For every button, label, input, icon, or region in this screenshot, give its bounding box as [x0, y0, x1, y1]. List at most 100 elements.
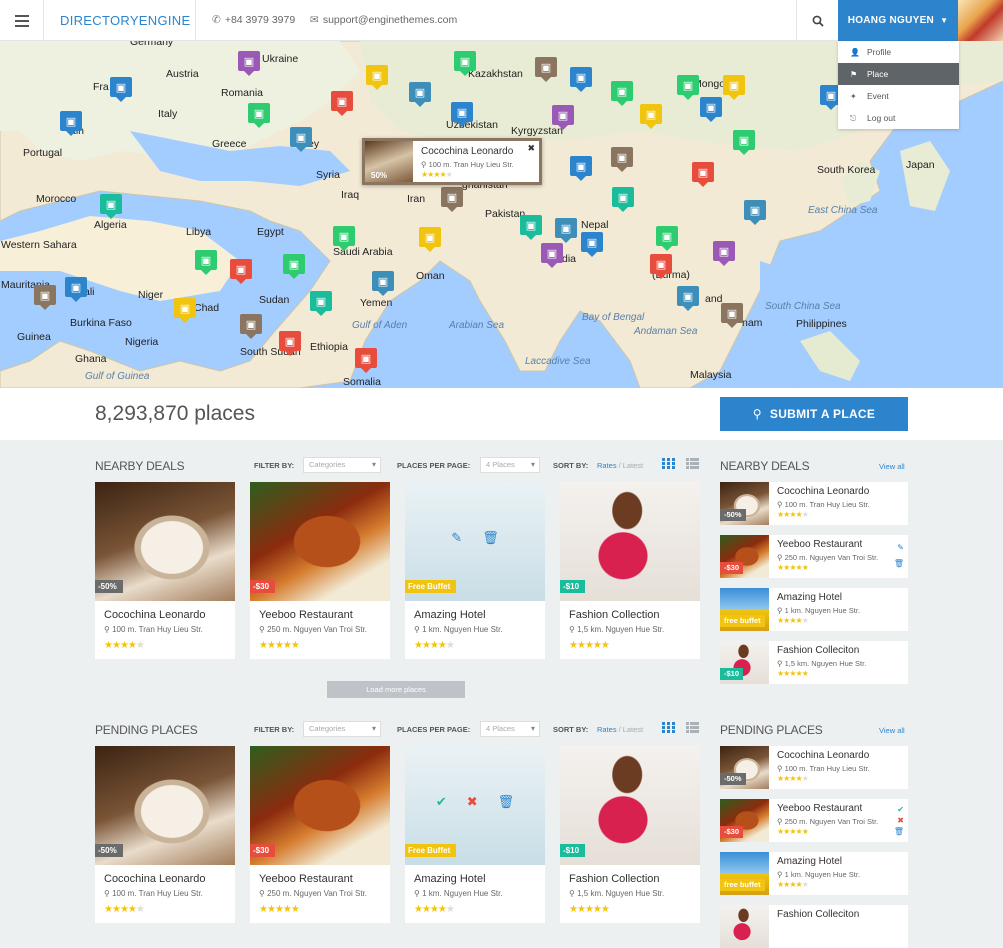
- map-pin[interactable]: ▣: [570, 67, 592, 92]
- delete-icon[interactable]: ✖: [467, 794, 478, 809]
- map-pin[interactable]: ▣: [65, 277, 87, 302]
- search-button[interactable]: [796, 0, 838, 41]
- place-card[interactable]: -50% Cocochina Leonardo ⚲ 100 m. Tran Huy …: [95, 482, 235, 659]
- sidebar-place-name[interactable]: Yeeboo Restaurant: [777, 803, 862, 814]
- close-icon[interactable]: ✖: [527, 143, 535, 154]
- map-pin[interactable]: ▣: [310, 291, 332, 316]
- map-pin[interactable]: ▣: [100, 194, 122, 219]
- sidebar-place-item[interactable]: -$30 Yeeboo Restaurant ⚲ 250 m. Nguyen Van…: [720, 799, 908, 842]
- sidebar-place-name[interactable]: Yeeboo Restaurant: [777, 539, 862, 550]
- trash-icon[interactable]: 🗑: [894, 827, 904, 836]
- trash-icon[interactable]: 🗑: [482, 530, 499, 545]
- email-contact[interactable]: ✉ support@enginethemes.com: [310, 14, 457, 26]
- place-card[interactable]: ✔ ✖ 🗑 Free Buffet Amazing Hotel ⚲ 1 km. Nguye…: [405, 746, 545, 923]
- map-pin[interactable]: ▣: [366, 65, 388, 90]
- map-pin[interactable]: ▣: [692, 162, 714, 187]
- check-icon[interactable]: ✔: [897, 805, 904, 814]
- map-pin[interactable]: ▣: [333, 226, 355, 251]
- avatar[interactable]: [958, 0, 1003, 41]
- place-name[interactable]: Amazing Hotel: [414, 609, 486, 621]
- map-pin[interactable]: ▣: [535, 57, 557, 82]
- site-logo[interactable]: DIRECTORYENGINE: [60, 13, 190, 28]
- map-pin[interactable]: ▣: [230, 259, 252, 284]
- sidebar-place-name[interactable]: Cocochina Leonardo: [777, 486, 869, 497]
- sidebar-place-item[interactable]: free buffet Amazing Hotel ⚲ 1 km. Nguyen H…: [720, 852, 908, 895]
- map-pin[interactable]: ▣: [195, 250, 217, 275]
- sidebar-place-item[interactable]: -$30 Yeeboo Restaurant ⚲ 250 m. Nguyen Van…: [720, 535, 908, 578]
- place-name[interactable]: Yeeboo Restaurant: [259, 609, 353, 621]
- map-pin[interactable]: ▣: [656, 226, 678, 251]
- place-name[interactable]: Cocochina Leonardo: [104, 873, 206, 885]
- map-pin[interactable]: ▣: [331, 91, 353, 116]
- grid-view-icon[interactable]: [662, 458, 675, 469]
- view-all-link[interactable]: View all: [879, 726, 905, 735]
- place-card-image[interactable]: -$10: [560, 482, 700, 601]
- map-pin[interactable]: ▣: [355, 348, 377, 373]
- submit-place-button[interactable]: ⚲ SUBMIT A PLACE: [720, 397, 908, 431]
- map-pin[interactable]: ▣: [174, 298, 196, 323]
- place-card-image[interactable]: -50%: [95, 482, 235, 601]
- dropdown-item-event[interactable]: ✦ Event: [838, 85, 959, 107]
- map-pin[interactable]: ▣: [640, 104, 662, 129]
- map-pin[interactable]: ▣: [611, 147, 633, 172]
- map-pin[interactable]: ▣: [454, 51, 476, 76]
- place-card[interactable]: -$10 Fashion Collection ⚲ 1,5 km. Nguyen H…: [560, 746, 700, 923]
- map-pin[interactable]: ▣: [612, 187, 634, 212]
- map-pin[interactable]: ▣: [441, 187, 463, 212]
- place-card-image[interactable]: ✔ ✖ 🗑 Free Buffet: [405, 746, 545, 865]
- map-pin[interactable]: ▣: [723, 75, 745, 100]
- category-select[interactable]: Categories: [303, 721, 381, 737]
- sort-rates-link[interactable]: Rates: [597, 461, 617, 470]
- map-pin[interactable]: ▣: [611, 81, 633, 106]
- list-view-icon[interactable]: [686, 458, 699, 469]
- map-pin[interactable]: ▣: [248, 103, 270, 128]
- per-page-select[interactable]: 4 Places: [480, 721, 540, 737]
- place-name[interactable]: Amazing Hotel: [414, 873, 486, 885]
- place-card-image[interactable]: -$10: [560, 746, 700, 865]
- map-pin[interactable]: ▣: [34, 285, 56, 310]
- trash-icon[interactable]: 🗑: [894, 559, 904, 568]
- sort-rates-link[interactable]: Rates: [597, 725, 617, 734]
- sidebar-place-name[interactable]: Fashion Colleciton: [777, 909, 859, 920]
- map-pin[interactable]: ▣: [110, 77, 132, 102]
- sidebar-place-item[interactable]: -50% Cocochina Leonardo ⚲ 100 m. Tran Huy …: [720, 746, 908, 789]
- map-pin[interactable]: ▣: [733, 130, 755, 155]
- place-card[interactable]: -50% Cocochina Leonardo ⚲ 100 m. Tran Huy …: [95, 746, 235, 923]
- map-pin[interactable]: ▣: [541, 243, 563, 268]
- sidebar-place-name[interactable]: Cocochina Leonardo: [777, 750, 869, 761]
- map-pin[interactable]: ▣: [240, 314, 262, 339]
- map-pin[interactable]: ▣: [372, 271, 394, 296]
- list-view-icon[interactable]: [686, 722, 699, 733]
- menu-toggle-button[interactable]: [0, 0, 44, 41]
- map-place-popup[interactable]: 50% Cocochina Leonardo ⚲ 100 m. Tran Huy…: [362, 138, 542, 185]
- delete-icon[interactable]: ✖: [897, 816, 904, 825]
- trash-icon[interactable]: 🗑: [498, 794, 515, 809]
- place-card-image[interactable]: -50%: [95, 746, 235, 865]
- map-pin[interactable]: ▣: [238, 51, 260, 76]
- place-card[interactable]: -$30 Yeeboo Restaurant ⚲ 250 m. Nguyen Van…: [250, 482, 390, 659]
- sidebar-place-item[interactable]: free buffet Amazing Hotel ⚲ 1 km. Nguyen H…: [720, 588, 908, 631]
- place-card-image[interactable]: ✎ 🗑 Free Buffet: [405, 482, 545, 601]
- map-pin[interactable]: ▣: [283, 254, 305, 279]
- sidebar-place-item[interactable]: -50% Cocochina Leonardo ⚲ 100 m. Tran Huy …: [720, 482, 908, 525]
- sidebar-place-name[interactable]: Amazing Hotel: [777, 592, 842, 603]
- popup-place-name[interactable]: Cocochina Leonardo: [421, 146, 513, 157]
- sidebar-place-name[interactable]: Fashion Colleciton: [777, 645, 859, 656]
- map-pin[interactable]: ▣: [279, 331, 301, 356]
- edit-icon[interactable]: ✎: [897, 543, 904, 552]
- load-more-button[interactable]: Load more places: [327, 681, 465, 698]
- map-pin[interactable]: ▣: [409, 82, 431, 107]
- per-page-select[interactable]: 4 Places: [480, 457, 540, 473]
- category-select[interactable]: Categories: [303, 457, 381, 473]
- map-pin[interactable]: ▣: [581, 232, 603, 257]
- grid-view-icon[interactable]: [662, 722, 675, 733]
- place-card-image[interactable]: -$30: [250, 482, 390, 601]
- view-all-link[interactable]: View all: [879, 462, 905, 471]
- map-pin[interactable]: ▣: [451, 102, 473, 127]
- map-pin[interactable]: ▣: [552, 105, 574, 130]
- sidebar-place-name[interactable]: Amazing Hotel: [777, 856, 842, 867]
- map-pin[interactable]: ▣: [713, 241, 735, 266]
- place-card-image[interactable]: -$30: [250, 746, 390, 865]
- place-card[interactable]: -$30 Yeeboo Restaurant ⚲ 250 m. Nguyen Van…: [250, 746, 390, 923]
- place-card[interactable]: ✎ 🗑 Free Buffet Amazing Hotel ⚲ 1 km. Nguyen…: [405, 482, 545, 659]
